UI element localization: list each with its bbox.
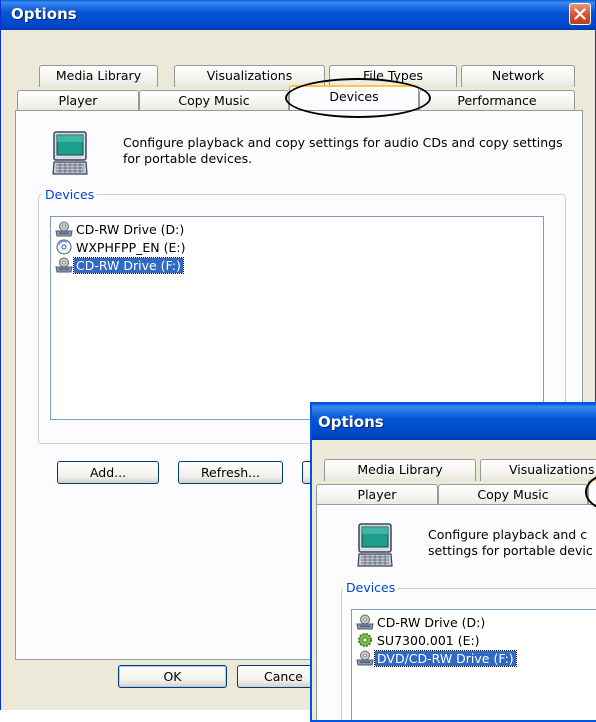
tab-copy-music[interactable]: Copy Music (139, 90, 289, 112)
overlay-tab-copy-music[interactable]: Copy Music (438, 484, 588, 506)
devices-list[interactable]: CD-RW Drive (D:) WXPHFPP_EN (E:) CD-RW D… (50, 216, 544, 420)
tab-visualizations[interactable]: Visualizations (174, 65, 325, 87)
highlight-ellipse (285, 78, 431, 118)
list-item[interactable]: CD-RW Drive (D:) (55, 221, 186, 239)
list-item[interactable]: CD-RW Drive (F:) (55, 257, 184, 275)
list-item[interactable]: CD-RW Drive (D:) (356, 614, 487, 632)
overlay-devices-list[interactable]: CD-RW Drive (D:) SU7300.001 (E:) DVD/CD-… (351, 609, 596, 720)
overlay-tab-player[interactable]: Player (316, 484, 438, 506)
cd-disc-icon (55, 239, 73, 255)
title-bar[interactable]: Options (1, 0, 595, 30)
list-item[interactable]: DVD/CD-RW Drive (F:) (356, 650, 517, 668)
gear-icon (356, 632, 374, 648)
overlay-devices-group-label: Devices (343, 581, 399, 595)
tab-network[interactable]: Network (461, 65, 575, 87)
overlay-title-bar[interactable]: Options (312, 404, 596, 440)
dvd-drive-icon (356, 650, 374, 666)
cd-drive-icon (55, 221, 73, 237)
overlay-tab-panel: Configure playback and c settings for po… (316, 504, 596, 720)
overlay-tab-visualizations[interactable]: Visualizations (480, 459, 596, 481)
tab-media-library[interactable]: Media Library (39, 65, 158, 87)
close-icon (574, 8, 586, 20)
ok-button[interactable]: OK (118, 665, 227, 688)
list-item[interactable]: SU7300.001 (E:) (356, 632, 482, 650)
refresh-button[interactable]: Refresh... (178, 461, 283, 484)
overlay-tab-media-library[interactable]: Media Library (324, 459, 476, 481)
close-button[interactable] (569, 3, 591, 25)
tab-performance[interactable]: Performance (419, 90, 575, 112)
overlay-portable-device-icon (357, 523, 393, 567)
devices-group-label: Devices (42, 188, 98, 202)
overlay-description-text: Configure playback and c settings for po… (428, 527, 593, 558)
list-item[interactable]: WXPHFPP_EN (E:) (55, 239, 187, 257)
overlay-window-title: Options (318, 413, 384, 431)
tab-player[interactable]: Player (17, 90, 139, 112)
add-button[interactable]: Add... (57, 461, 159, 484)
cd-drive-icon (55, 257, 73, 273)
window-title: Options (11, 5, 77, 23)
description-text: Configure playback and copy settings for… (123, 135, 563, 166)
options-dialog-overlay: Options Media Library Visualizations Pla… (310, 402, 596, 722)
portable-device-icon (52, 131, 88, 175)
cd-drive-icon (356, 614, 374, 630)
